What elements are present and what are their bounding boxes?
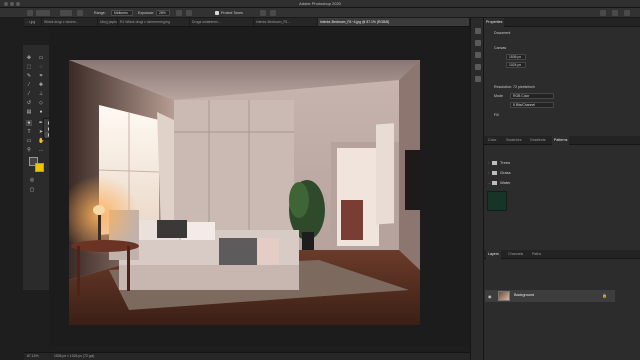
gradient-tool-icon[interactable]: ▤: [26, 109, 32, 115]
bits-select[interactable]: 8 Bits/Channel: [510, 102, 554, 108]
lasso-tool-icon[interactable]: ◌: [38, 64, 44, 70]
pattern-folder-grass[interactable]: › Grass: [488, 170, 511, 178]
tab-gradients[interactable]: Gradients: [528, 136, 548, 145]
protect-tones-checkbox[interactable]: [215, 11, 219, 15]
type-tool-icon[interactable]: T: [26, 129, 32, 135]
pattern-folder-trees[interactable]: › Trees: [488, 160, 510, 168]
range-label: Range:: [94, 11, 106, 15]
lock-icon: 🔒: [602, 293, 607, 298]
canvas-section-label: Canvas: [494, 46, 507, 50]
canvas-height-field[interactable]: 1024 px: [506, 62, 526, 68]
dodge-tool-icon[interactable]: ●: [26, 120, 32, 126]
paragraph-icon[interactable]: [475, 76, 481, 82]
pattern-folder-water[interactable]: ⌄ Water: [488, 180, 511, 188]
tab-doc-1[interactable]: ...r.jpg: [24, 18, 42, 26]
tab-properties[interactable]: Properties: [484, 18, 505, 27]
panel-icon-strip: [470, 18, 484, 360]
tab-patterns[interactable]: Patterns: [552, 136, 570, 145]
options-bar: Range: Midtones Exposure: 28% Protect To…: [0, 8, 640, 18]
hand-tool-icon[interactable]: ✋: [38, 138, 44, 144]
tab-color[interactable]: Color: [486, 136, 499, 145]
layer-name[interactable]: Background: [514, 293, 534, 297]
document-tabs: ...r.jpg Widok drogi z oknem... Ukryj pi…: [24, 18, 470, 27]
color-panel-tabs: Color Swatches Gradients Patterns: [484, 136, 640, 145]
character-icon[interactable]: [475, 64, 481, 70]
document-label: Document: [494, 31, 511, 35]
tab-paths[interactable]: Paths: [530, 250, 543, 259]
quick-mask-icon[interactable]: ◎: [29, 177, 35, 183]
tab-doc-2[interactable]: Widok drogi z oknem...: [42, 18, 98, 26]
layer-row[interactable]: ◉ Background 🔒: [485, 290, 615, 302]
canvas-width-field[interactable]: 1536 px: [506, 54, 526, 60]
bedroom-image[interactable]: [69, 60, 420, 325]
right-panels: Properties Document Canvas 1536 px 1024 …: [484, 18, 640, 360]
exposure-label: Exposure:: [138, 11, 155, 15]
status-bar: 87.14% 1536 px × 1024 px (72 ppi): [24, 352, 470, 360]
screen-mode-icon[interactable]: ▢: [29, 187, 35, 193]
folder-label: Water: [500, 180, 511, 185]
eyedropper-tool-icon[interactable]: ⁄: [26, 82, 32, 88]
tab-doc-active[interactable]: Interior-Bedroom_R1~4.jpg @ 87.1% (RGB/8…: [318, 18, 470, 26]
folder-icon: [492, 180, 497, 185]
pressure-size-icon[interactable]: [260, 10, 266, 16]
brush-tool-icon[interactable]: ⁄: [26, 91, 32, 97]
tab-doc-6[interactable]: Interior-Bedroom_R1...: [254, 18, 318, 26]
resolution-text: Resolution: 72 pixels/inch: [494, 85, 535, 89]
water-pattern-thumbnail[interactable]: [487, 191, 507, 211]
marquee-tool-icon[interactable]: ⬚: [26, 64, 32, 70]
properties-tabs: Properties: [484, 18, 640, 27]
layers-panel-tabs: Layers Channels Paths: [484, 250, 640, 259]
brush-settings-panel-icon[interactable]: [475, 52, 481, 58]
folder-icon: [492, 170, 497, 175]
blur-tool-icon[interactable]: ●: [38, 109, 44, 115]
tab-layers[interactable]: Layers: [486, 250, 501, 259]
fill-label: Fill: [494, 113, 499, 117]
tool-preset-picker[interactable]: [36, 10, 50, 16]
folder-label: Trees: [500, 160, 511, 165]
clone-stamp-tool-icon[interactable]: ⊥: [38, 91, 44, 97]
background-color-swatch[interactable]: [35, 163, 44, 172]
app-title: Adobe Photoshop 2020: [299, 1, 341, 6]
folder-label: Grass: [500, 170, 511, 175]
range-select[interactable]: Midtones: [111, 10, 133, 16]
symmetry-icon[interactable]: [270, 10, 276, 16]
bedroom-image-art: [69, 60, 420, 325]
crop-tool-icon[interactable]: ⌗: [38, 73, 44, 79]
brush-settings-icon[interactable]: [77, 10, 83, 16]
shape-tool-icon[interactable]: ▭: [26, 138, 32, 144]
mode-label: Mode: [494, 94, 503, 98]
angle-icon[interactable]: [186, 10, 192, 16]
airbrush-icon[interactable]: [176, 10, 182, 16]
workspace-icon[interactable]: [612, 10, 618, 16]
mode-select[interactable]: RGB Color: [510, 93, 554, 99]
share-icon[interactable]: [624, 10, 630, 16]
tools-panel: ✥ ▭ ⬚ ◌ ✎ ⌗ ⁄ ✚ ⁄ ⊥ ↺ ◇ ▤ ● ● ✒ T ➤ ▭ ✋ …: [23, 45, 49, 290]
tab-swatches[interactable]: Swatches: [504, 136, 524, 145]
tab-channels[interactable]: Channels: [506, 250, 525, 259]
eraser-tool-icon[interactable]: ◇: [38, 100, 44, 106]
folder-icon: [492, 160, 497, 165]
artboard-tool-icon[interactable]: ▭: [38, 55, 44, 61]
home-icon[interactable]: [27, 10, 33, 16]
adjustments-icon[interactable]: [475, 40, 481, 46]
zoom-level[interactable]: 87.14%: [27, 354, 39, 358]
history-brush-tool-icon[interactable]: ↺: [26, 100, 32, 106]
search-icon[interactable]: [600, 10, 606, 16]
healing-tool-icon[interactable]: ✚: [38, 82, 44, 88]
edit-toolbar-icon[interactable]: …: [38, 147, 44, 153]
document-size: 1536 px × 1024 px (72 ppi): [54, 354, 95, 358]
tab-doc-3[interactable]: Ukryj piętro...: [98, 18, 118, 26]
title-bar: Adobe Photoshop 2020: [0, 0, 640, 8]
quick-select-tool-icon[interactable]: ✎: [26, 73, 32, 79]
protect-tones-label: Protect Tones: [221, 11, 243, 15]
exposure-input[interactable]: 28%: [156, 10, 170, 16]
move-tool-icon[interactable]: ✥: [26, 55, 32, 61]
layer-thumbnail: [498, 291, 510, 301]
history-icon[interactable]: [475, 28, 481, 34]
brush-preset-picker[interactable]: [60, 10, 72, 16]
tab-doc-5[interactable]: Droga ostatniemi...: [190, 18, 254, 26]
zoom-tool-icon[interactable]: ⚲: [26, 147, 32, 153]
eye-icon[interactable]: ◉: [488, 294, 492, 299]
tab-doc-4[interactable]: R1 Widok drogi z oknemmm.jpeg: [118, 18, 190, 26]
